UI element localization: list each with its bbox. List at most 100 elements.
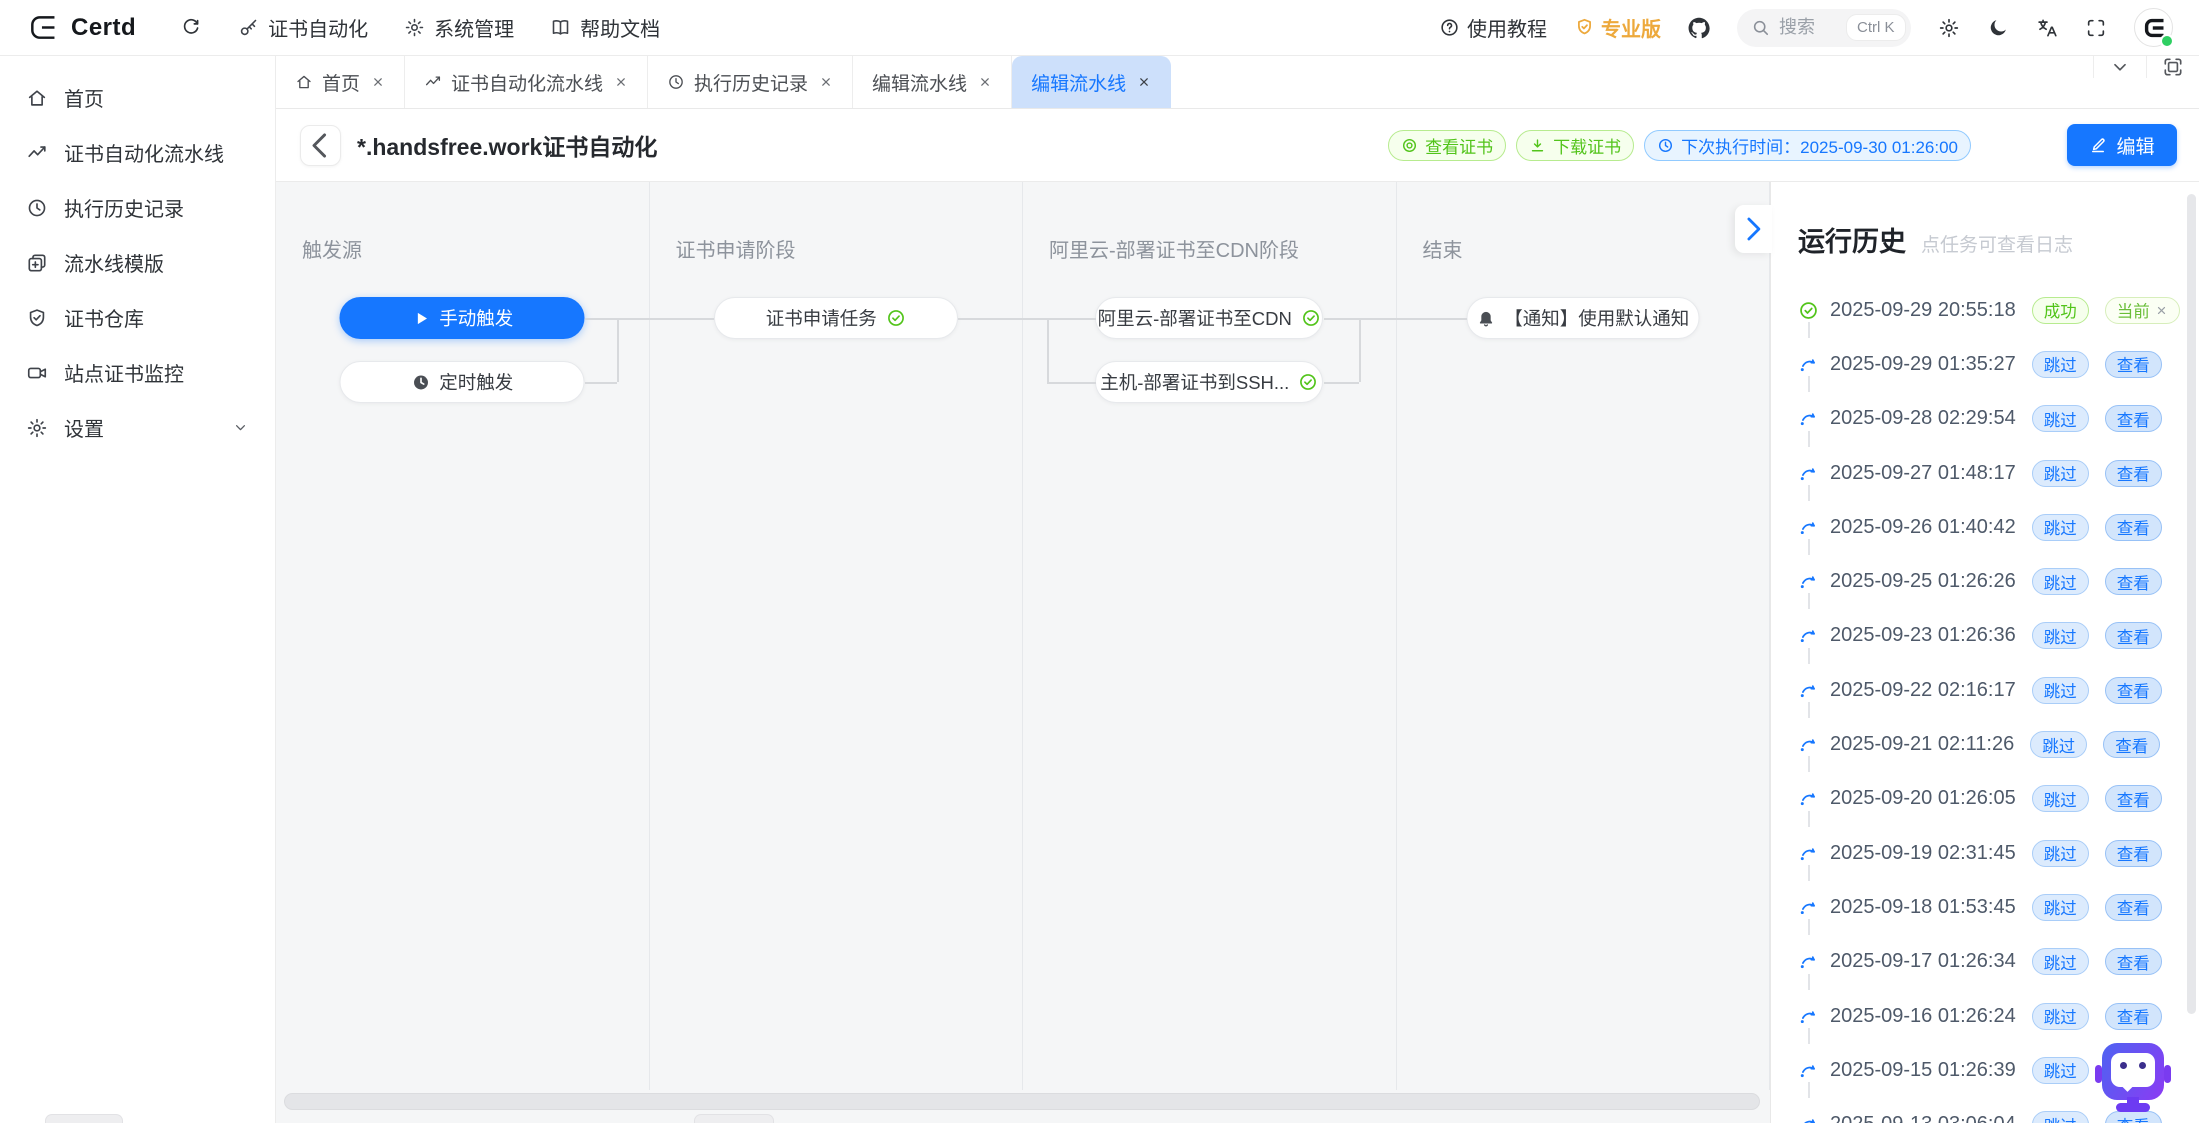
run-history-item[interactable]: 2025-09-27 01:48:17跳过查看 bbox=[1798, 446, 2199, 500]
view-log-button[interactable]: 查看 bbox=[2105, 840, 2162, 867]
run-history-item[interactable]: 2025-09-23 01:26:36跳过查看 bbox=[1798, 609, 2199, 663]
github-icon[interactable] bbox=[1688, 17, 1710, 39]
header-nav-item-2[interactable]: 系统管理 bbox=[404, 13, 514, 42]
view-log-button[interactable]: 查看 bbox=[2105, 948, 2162, 975]
run-timestamp: 2025-09-18 01:53:45 bbox=[1830, 896, 2016, 919]
pipeline-node[interactable]: 主机-部署证书到SSH... bbox=[1095, 361, 1323, 403]
brand[interactable]: Certd bbox=[26, 11, 136, 44]
chevron-right-icon[interactable] bbox=[1735, 205, 1772, 253]
tutorial-link[interactable]: 使用教程 bbox=[1439, 13, 1547, 42]
header-nav-item-3[interactable]: 帮助文档 bbox=[550, 13, 660, 42]
view-log-button[interactable]: 查看 bbox=[2105, 568, 2162, 595]
run-history-item[interactable]: 2025-09-29 20:55:18成功当前 bbox=[1798, 283, 2199, 337]
edit-label: 编辑 bbox=[2116, 132, 2154, 159]
template-icon bbox=[26, 252, 48, 274]
sidebar-item-1[interactable]: 首页 bbox=[0, 70, 275, 125]
close-icon[interactable] bbox=[978, 75, 992, 89]
view-log-button[interactable]: 查看 bbox=[2103, 731, 2160, 758]
sidebar-item-5[interactable]: 证书仓库 bbox=[0, 290, 275, 345]
close-icon[interactable] bbox=[1137, 75, 1151, 89]
close-icon[interactable] bbox=[2155, 304, 2168, 317]
sidebar-item-3[interactable]: 执行历史记录 bbox=[0, 180, 275, 235]
sidebar-item-4[interactable]: 流水线模版 bbox=[0, 235, 275, 290]
view-cert-button[interactable]: 查看证书 bbox=[1388, 130, 1506, 161]
node-label: 阿里云-部署证书至CDN bbox=[1098, 305, 1292, 331]
view-log-button[interactable]: 查看 bbox=[2105, 677, 2162, 704]
node-label: 【通知】使用默认通知 bbox=[1504, 305, 1689, 331]
pro-version-badge[interactable]: 专业版 bbox=[1574, 13, 1661, 42]
badge-label: 查看 bbox=[2117, 624, 2150, 648]
translate-icon[interactable] bbox=[2036, 17, 2058, 39]
run-history-item[interactable]: 2025-09-29 01:35:27跳过查看 bbox=[1798, 337, 2199, 391]
tab-5-active[interactable]: 编辑流水线 bbox=[1012, 56, 1171, 108]
horizontal-scrollbar-thumb[interactable] bbox=[284, 1093, 1760, 1110]
node-label: 手动触发 bbox=[439, 305, 513, 331]
tab-2[interactable]: 证书自动化流水线 bbox=[405, 56, 648, 108]
home-icon bbox=[26, 87, 48, 109]
run-history-item[interactable]: 2025-09-16 01:26:24跳过查看 bbox=[1798, 989, 2199, 1043]
refresh-icon[interactable] bbox=[180, 17, 202, 39]
run-history-item[interactable]: 2025-09-20 01:26:05跳过查看 bbox=[1798, 772, 2199, 826]
maximize-icon[interactable] bbox=[2146, 56, 2199, 78]
skip-icon bbox=[1798, 843, 1819, 864]
run-history-item[interactable]: 2025-09-18 01:53:45跳过查看 bbox=[1798, 880, 2199, 934]
bell-icon bbox=[1476, 309, 1495, 328]
view-log-button[interactable]: 查看 bbox=[2105, 785, 2162, 812]
run-timestamp: 2025-09-26 01:40:42 bbox=[1830, 516, 2016, 539]
cutoff-button[interactable] bbox=[45, 1114, 123, 1123]
sidebar-item-label: 设置 bbox=[64, 413, 104, 442]
moon-icon[interactable] bbox=[1987, 17, 2009, 39]
tab-4[interactable]: 编辑流水线 bbox=[853, 56, 1012, 108]
pipeline-node[interactable]: 阿里云-部署证书至CDN bbox=[1095, 297, 1323, 339]
run-history-item[interactable]: 2025-09-26 01:40:42跳过查看 bbox=[1798, 500, 2199, 554]
close-icon[interactable] bbox=[614, 75, 628, 89]
vertical-scrollbar-thumb[interactable] bbox=[2187, 194, 2196, 1014]
edit-button[interactable]: 编辑 bbox=[2067, 124, 2177, 166]
pipeline-node[interactable]: 【通知】使用默认通知 bbox=[1466, 297, 1699, 339]
tab-1[interactable]: 首页 bbox=[276, 56, 405, 108]
run-timestamp: 2025-09-21 02:11:26 bbox=[1830, 733, 2014, 756]
view-log-button[interactable]: 查看 bbox=[2105, 1111, 2162, 1123]
view-log-button[interactable]: 查看 bbox=[2105, 514, 2162, 541]
view-log-button[interactable]: 查看 bbox=[2105, 460, 2162, 487]
history-subtitle: 点任务可查看日志 bbox=[1921, 230, 2073, 257]
sidebar-item-7[interactable]: 设置 bbox=[0, 400, 275, 455]
sidebar-item-6[interactable]: 站点证书监控 bbox=[0, 345, 275, 400]
title-actions: 查看证书 下载证书 下次执行时间：2025-09-30 01:26:00 bbox=[1388, 130, 1971, 161]
pipeline-node[interactable]: 证书申请任务 bbox=[714, 297, 958, 339]
run-history-item[interactable]: 2025-09-28 02:29:54跳过查看 bbox=[1798, 392, 2199, 446]
cutoff-button[interactable] bbox=[694, 1114, 774, 1123]
connector-line bbox=[958, 318, 1047, 320]
search-input[interactable] bbox=[1779, 17, 1837, 38]
run-history-item[interactable]: 2025-09-21 02:11:26跳过查看 bbox=[1798, 717, 2199, 771]
timeline-connector bbox=[1808, 485, 1810, 501]
run-history-item[interactable]: 2025-09-17 01:26:34跳过查看 bbox=[1798, 935, 2199, 989]
pipeline-node[interactable]: 手动触发 bbox=[340, 297, 585, 339]
run-history-item[interactable]: 2025-09-25 01:26:26跳过查看 bbox=[1798, 554, 2199, 608]
chevron-down-icon[interactable] bbox=[2093, 56, 2146, 78]
pipeline-node[interactable]: 定时触发 bbox=[340, 361, 585, 403]
badge-label: 查看 bbox=[2117, 407, 2150, 431]
view-log-button[interactable]: 查看 bbox=[2105, 405, 2162, 432]
run-history-item[interactable]: 2025-09-22 02:16:17跳过查看 bbox=[1798, 663, 2199, 717]
view-log-button[interactable]: 查看 bbox=[2105, 622, 2162, 649]
gear-icon[interactable] bbox=[1938, 17, 1960, 39]
user-avatar[interactable] bbox=[2134, 8, 2173, 47]
chat-assistant-widget[interactable] bbox=[2095, 1038, 2171, 1112]
sidebar-item-2[interactable]: 证书自动化流水线 bbox=[0, 125, 275, 180]
view-log-button[interactable]: 查看 bbox=[2105, 351, 2162, 378]
chevron-left-icon[interactable] bbox=[300, 125, 341, 166]
fullscreen-icon[interactable] bbox=[2085, 17, 2107, 39]
view-log-button[interactable]: 查看 bbox=[2105, 1003, 2162, 1030]
tab-3[interactable]: 执行历史记录 bbox=[648, 56, 853, 108]
pipeline-icon bbox=[424, 73, 442, 91]
close-icon[interactable] bbox=[371, 75, 385, 89]
download-cert-button[interactable]: 下载证书 bbox=[1516, 130, 1634, 161]
search-box[interactable]: Ctrl K bbox=[1737, 9, 1911, 47]
header-nav-item-1[interactable]: 证书自动化 bbox=[238, 13, 368, 42]
badge-label: 跳过 bbox=[2044, 624, 2077, 648]
view-log-button[interactable]: 查看 bbox=[2105, 894, 2162, 921]
badge-label: 跳过 bbox=[2044, 787, 2077, 811]
close-icon[interactable] bbox=[819, 75, 833, 89]
run-history-item[interactable]: 2025-09-19 02:31:45跳过查看 bbox=[1798, 826, 2199, 880]
